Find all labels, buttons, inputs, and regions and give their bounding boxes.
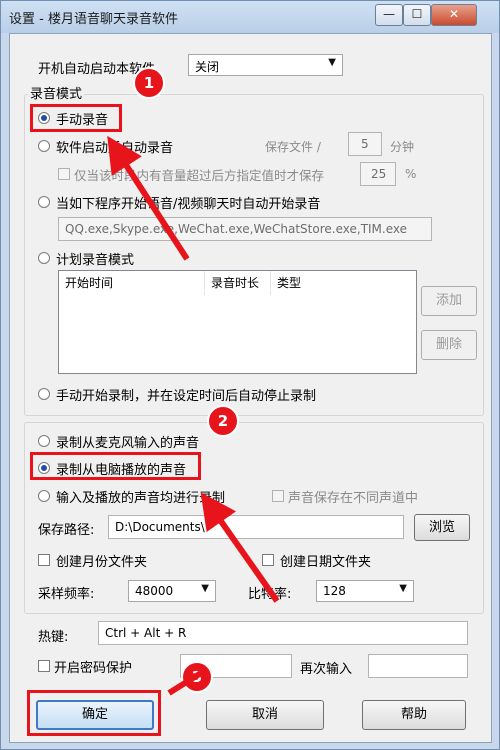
settings-window: 设置 - 楼月语音聊天录音软件 — ☐ ✕ 开机自动启动本软件 关闭 ▼ 录音模…: [0, 0, 500, 750]
arrow-to-ok: [167, 670, 203, 696]
annotation-arrows: [107, 135, 280, 696]
arrow-to-manual-record: [107, 135, 190, 261]
arrow-to-pc-audio: [200, 492, 280, 603]
